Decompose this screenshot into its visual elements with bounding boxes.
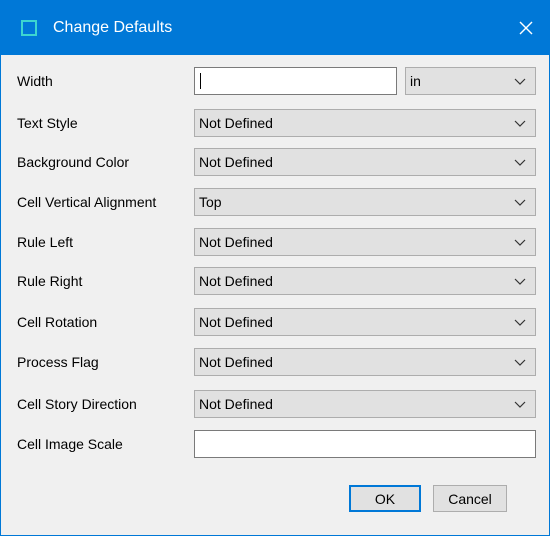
chevron-down-icon	[514, 239, 526, 246]
rule-right-select[interactable]: Not Defined	[194, 267, 536, 295]
cell-story-direction-value: Not Defined	[199, 396, 273, 412]
text-style-value: Not Defined	[199, 115, 273, 131]
text-style-label: Text Style	[17, 115, 78, 131]
cell-rotation-label: Cell Rotation	[17, 314, 98, 330]
cell-rotation-select[interactable]: Not Defined	[194, 308, 536, 336]
ok-button[interactable]: OK	[349, 485, 421, 512]
chevron-down-icon	[514, 319, 526, 326]
chevron-down-icon	[514, 401, 526, 408]
chevron-down-icon	[514, 120, 526, 127]
cell-vertical-alignment-select[interactable]: Top	[194, 188, 536, 216]
background-color-value: Not Defined	[199, 154, 273, 170]
width-label: Width	[17, 73, 53, 89]
width-unit-select[interactable]: in	[405, 67, 536, 95]
background-color-select[interactable]: Not Defined	[194, 148, 536, 176]
cell-vertical-alignment-value: Top	[199, 194, 222, 210]
text-style-select[interactable]: Not Defined	[194, 109, 536, 137]
dialog-title: Change Defaults	[53, 19, 173, 36]
width-unit-value: in	[410, 73, 421, 89]
change-defaults-dialog: Change Defaults Width in Text Style Not …	[0, 0, 550, 536]
cell-story-direction-label: Cell Story Direction	[17, 396, 137, 412]
chevron-down-icon	[514, 199, 526, 206]
cell-rotation-value: Not Defined	[199, 314, 273, 330]
rule-left-value: Not Defined	[199, 234, 273, 250]
process-flag-value: Not Defined	[199, 354, 273, 370]
rule-left-select[interactable]: Not Defined	[194, 228, 536, 256]
text-caret	[200, 73, 201, 89]
cell-story-direction-select[interactable]: Not Defined	[194, 390, 536, 418]
background-color-label: Background Color	[17, 154, 130, 170]
close-icon	[519, 21, 533, 35]
window-icon	[21, 20, 37, 36]
chevron-down-icon	[514, 359, 526, 366]
chevron-down-icon	[514, 78, 526, 85]
rule-right-label: Rule Right	[17, 273, 83, 289]
process-flag-label: Process Flag	[17, 354, 99, 370]
process-flag-select[interactable]: Not Defined	[194, 348, 536, 376]
rule-right-value: Not Defined	[199, 273, 273, 289]
close-button[interactable]	[503, 1, 549, 55]
chevron-down-icon	[514, 159, 526, 166]
rule-left-label: Rule Left	[17, 234, 74, 250]
cell-vertical-alignment-label: Cell Vertical Alignment	[17, 194, 157, 210]
cell-image-scale-label: Cell Image Scale	[17, 436, 123, 452]
chevron-down-icon	[514, 278, 526, 285]
title-bar: Change Defaults	[1, 1, 549, 55]
cell-image-scale-input[interactable]	[194, 430, 536, 458]
cancel-button[interactable]: Cancel	[433, 485, 507, 512]
width-input[interactable]	[194, 67, 397, 95]
